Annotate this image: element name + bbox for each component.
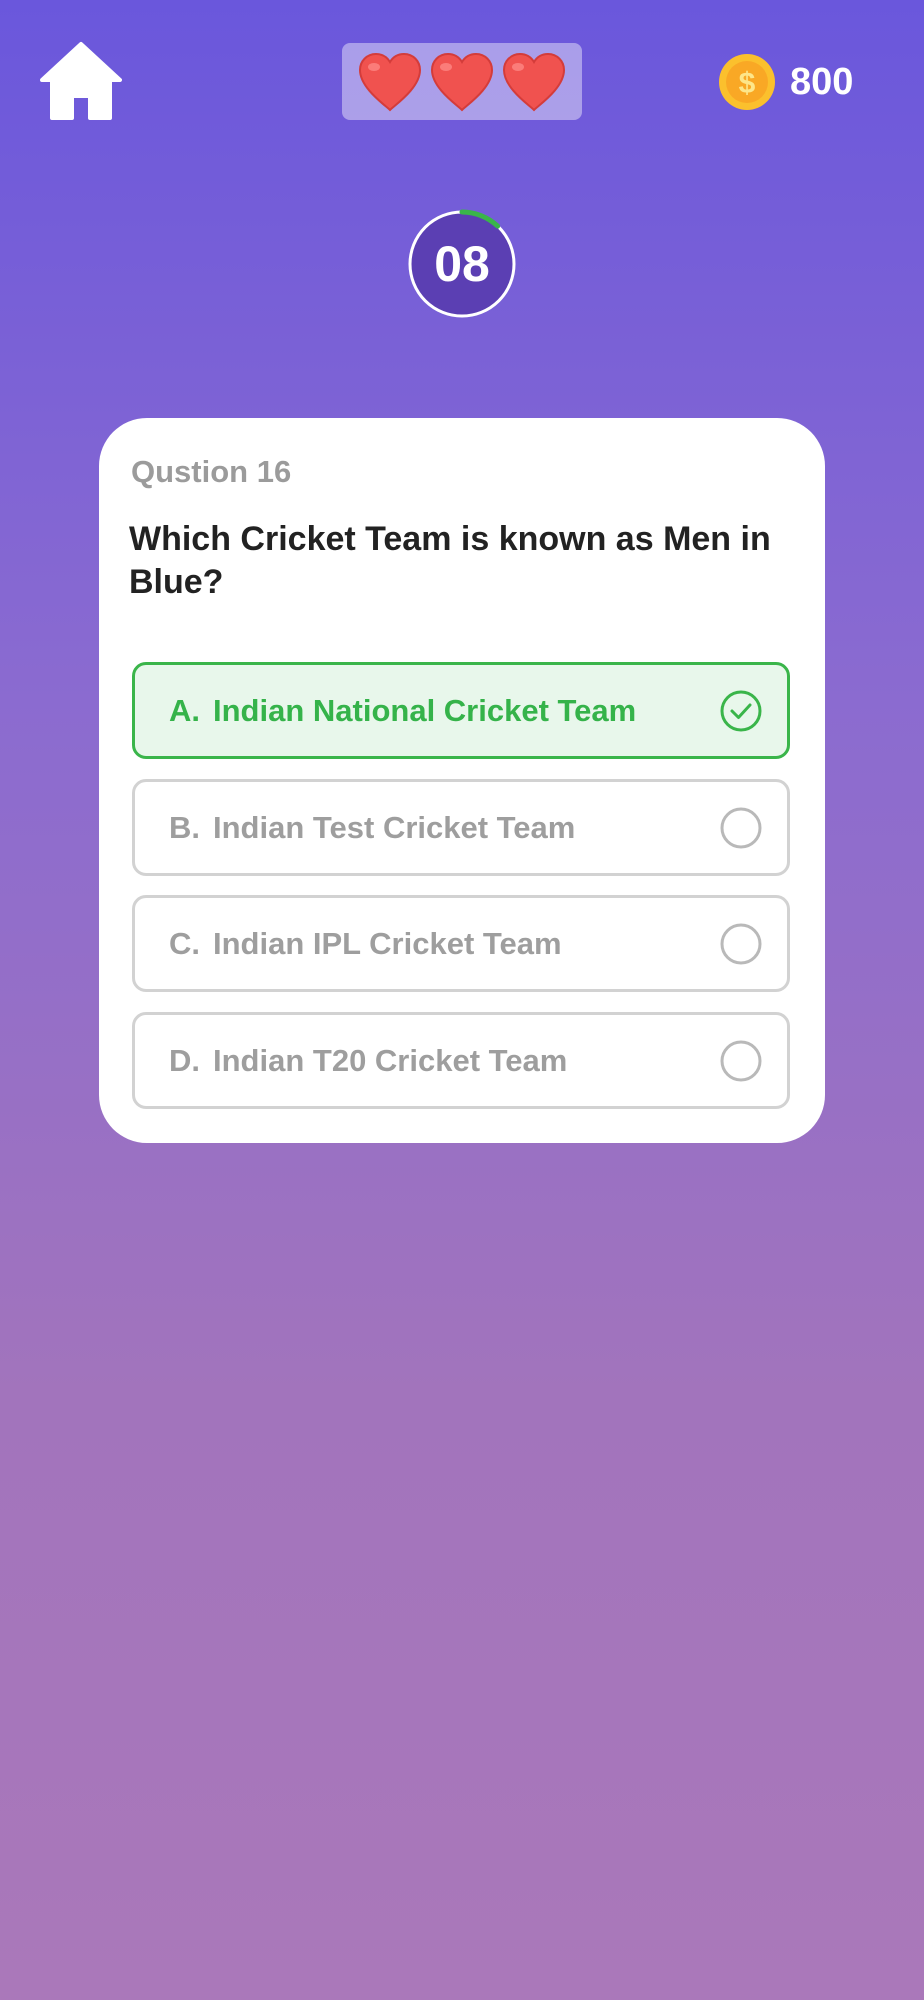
timer-value: 08 <box>434 236 490 292</box>
option-letter: B. <box>169 809 200 845</box>
dollar-coin-icon: $ <box>719 54 775 110</box>
question-card: Qustion 16 Which Cricket Team is known a… <box>99 418 825 1143</box>
option-letter: D. <box>169 1042 200 1078</box>
heart-icon <box>430 52 494 111</box>
radio-circle-icon <box>720 923 762 964</box>
option-d[interactable]: D. Indian T20 Cricket Team <box>132 1012 790 1109</box>
home-icon <box>40 42 122 120</box>
option-label: Indian T20 Cricket Team <box>213 1042 568 1078</box>
check-circle-icon <box>720 690 762 731</box>
heart-icon <box>358 52 422 111</box>
coin-balance: $ 800 <box>718 52 853 112</box>
option-letter: C. <box>169 925 200 961</box>
heart-icon <box>502 52 566 111</box>
option-label: Indian National Cricket Team <box>213 692 637 728</box>
option-c[interactable]: C. Indian IPL Cricket Team <box>132 895 790 992</box>
option-label: Indian Test Cricket Team <box>213 809 576 845</box>
option-label: Indian IPL Cricket Team <box>213 925 562 961</box>
svg-text:$: $ <box>739 67 756 100</box>
radio-circle-icon <box>720 1040 762 1081</box>
question-number: Qustion 16 <box>131 454 292 489</box>
option-letter: A. <box>169 692 200 728</box>
lives-panel <box>342 43 582 120</box>
question-text: Which Cricket Team is known as Men in Bl… <box>129 520 771 601</box>
home-button[interactable] <box>40 40 122 122</box>
countdown-timer: 08 <box>406 208 518 320</box>
coin-count: 800 <box>790 60 854 103</box>
radio-circle-icon <box>720 807 762 848</box>
option-a[interactable]: A. Indian National Cricket Team <box>132 662 790 759</box>
option-b[interactable]: B. Indian Test Cricket Team <box>132 779 790 876</box>
